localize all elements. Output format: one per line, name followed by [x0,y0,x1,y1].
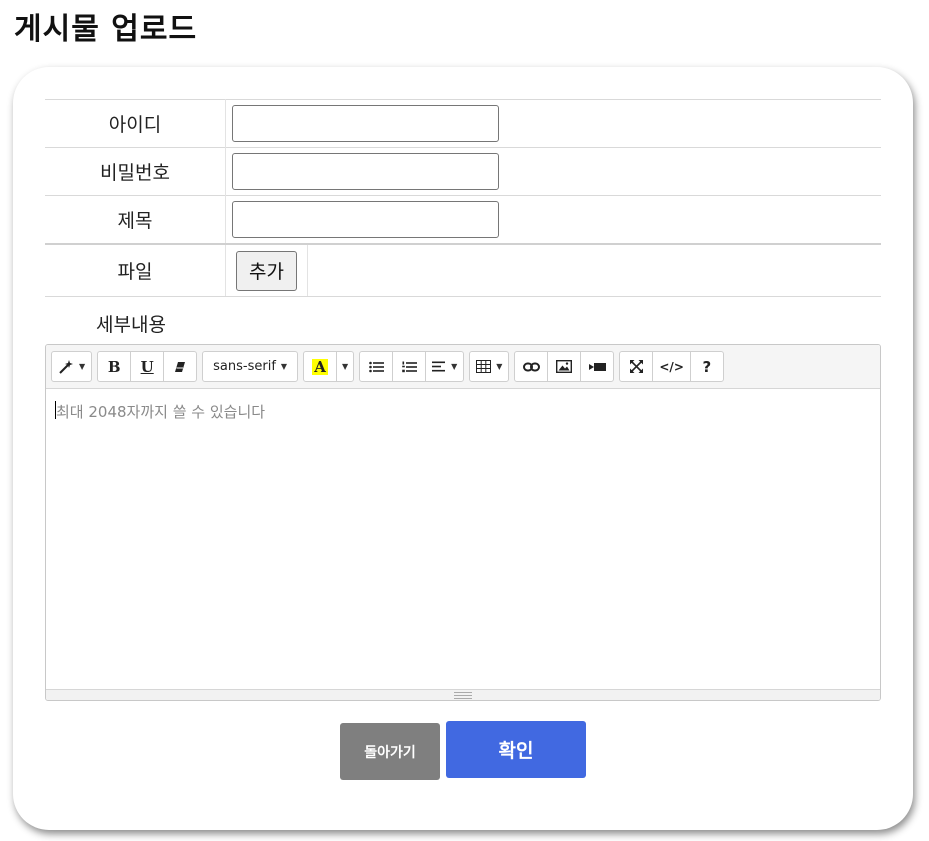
unordered-list-button[interactable] [359,351,394,382]
video-button[interactable] [580,351,615,382]
font-family-value: sans-serif [213,359,276,374]
chevron-down-icon: ▼ [341,362,349,371]
confirm-button[interactable]: 확인 [446,721,586,778]
upload-form-table: 아이디 비밀번호 제목 파일 추가 [45,99,881,297]
code-view-button[interactable]: </> [652,351,691,382]
underline-button[interactable]: U [130,351,165,382]
id-label: 아이디 [45,99,226,148]
subject-row: 제목 [45,195,881,244]
chevron-down-icon: ▼ [280,362,288,371]
font-color-dropdown[interactable]: ▼ [336,351,355,382]
editor-content-area[interactable]: 최대 2048자까지 쓸 수 있습니다 [46,389,880,688]
eraser-icon [174,361,186,373]
link-button[interactable] [514,351,549,382]
font-family-select[interactable]: sans-serif ▼ [202,351,299,382]
magic-icon [58,359,74,375]
help-icon: ? [702,357,712,376]
style-button[interactable]: ▼ [51,351,93,382]
chevron-down-icon: ▼ [451,362,458,371]
chevron-down-icon: ▼ [79,362,86,371]
font-color-icon: A [312,357,328,376]
grip-icon [454,691,472,699]
table-icon [476,360,492,373]
video-icon [588,362,606,372]
add-file-button[interactable]: 추가 [236,250,297,291]
fullscreen-icon [629,360,643,373]
picture-button[interactable] [547,351,582,382]
table-button[interactable]: ▼ [469,351,510,382]
paragraph-align-button[interactable]: ▼ [425,351,465,382]
bold-button[interactable]: B [97,351,132,382]
file-row: 파일 추가 [45,243,881,297]
ordered-list-icon [401,361,417,373]
password-row: 비밀번호 [45,147,881,196]
align-icon [432,361,446,372]
back-button[interactable]: 돌아가기 [340,723,440,780]
underline-icon: U [140,357,154,376]
link-icon [522,362,540,372]
detail-label: 세부내용 [96,314,166,336]
password-input[interactable] [232,153,499,190]
code-view-icon: </> [659,359,684,374]
subject-input[interactable] [232,201,499,238]
clear-format-button[interactable] [163,351,198,382]
fullscreen-button[interactable] [619,351,654,382]
editor-placeholder: 최대 2048자까지 쓸 수 있습니다 [56,403,266,421]
font-color-button[interactable]: A [303,351,338,382]
page-title: 게시물 업로드 [14,12,198,47]
chevron-down-icon: ▼ [496,362,503,371]
upload-form-card: 아이디 비밀번호 제목 파일 추가 세부내용 ▼ B U sans-serif … [13,67,913,830]
id-row: 아이디 [45,99,881,148]
file-label: 파일 [45,243,226,297]
picture-icon [556,360,573,373]
help-button[interactable]: ? [689,351,724,382]
password-label: 비밀번호 [45,147,226,196]
unordered-list-icon [368,361,384,373]
id-input[interactable] [232,105,499,142]
rich-text-editor: ▼ B U sans-serif ▼ A ▼ ▼ ▼ </> ? 최대 2048… [45,344,881,701]
subject-label: 제목 [45,195,226,244]
bold-icon: B [107,357,121,376]
editor-toolbar: ▼ B U sans-serif ▼ A ▼ ▼ ▼ </> ? [46,345,880,389]
editor-resize-handle[interactable] [46,689,880,700]
ordered-list-button[interactable] [392,351,427,382]
text-cursor [55,401,56,419]
